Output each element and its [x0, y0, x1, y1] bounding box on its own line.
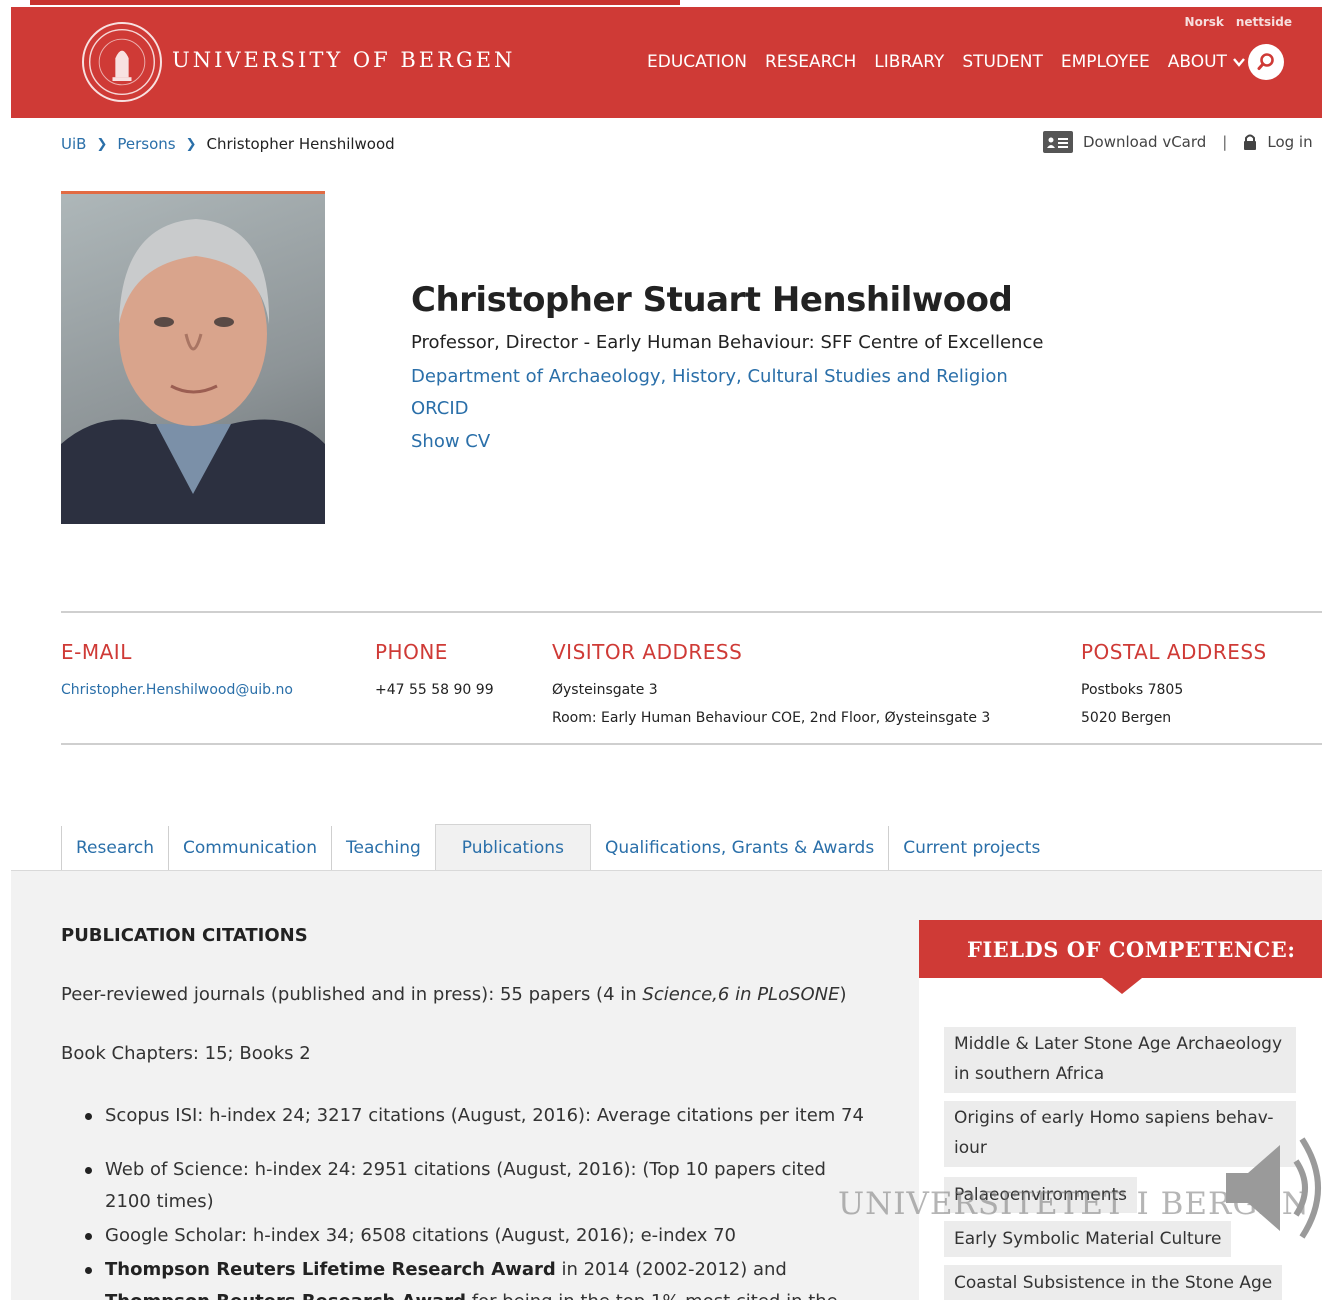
peer-reviewed-summary: Peer-reviewed journals (published and in… [61, 984, 847, 1005]
chevron-down-icon [1233, 58, 1245, 67]
breadcrumb-uib[interactable]: UiB [61, 135, 86, 153]
postal-address-heading: POSTAL ADDRESS [1081, 640, 1267, 664]
divider [61, 743, 1322, 745]
person-title: Professor, Director - Early Human Behavi… [411, 332, 1044, 353]
peer-reviewed-journals: Science,6 in PLoSONE [642, 984, 840, 1005]
download-vcard-link[interactable]: Download vCard [1083, 133, 1206, 151]
award-name-research: Thompson Reuters Research Award [105, 1291, 466, 1300]
nav-student[interactable]: STUDENT [962, 52, 1043, 72]
department-link[interactable]: Department of Archaeology, History, Cult… [411, 366, 1008, 387]
tab-qualifications[interactable]: Qualifications, Grants & Awards [591, 826, 888, 870]
profile-photo [61, 191, 325, 524]
main-nav: EDUCATION RESEARCH LIBRARY STUDENT EMPLO… [647, 52, 1245, 72]
email-heading: E-MAIL [61, 640, 132, 664]
slide-top-strip [0, 0, 1322, 7]
award-name-lifetime: Thompson Reuters Lifetime Research Award [105, 1259, 556, 1280]
tab-teaching[interactable]: Teaching [330, 826, 435, 870]
lang-link-nettside[interactable]: nettside [1236, 15, 1292, 29]
breadcrumb-persons[interactable]: Persons [117, 135, 175, 153]
nav-library[interactable]: LIBRARY [874, 52, 944, 72]
search-icon [1257, 53, 1274, 70]
contact-phone: PHONE +47 55 58 90 99 [375, 640, 494, 704]
contact-visitor-address: VISITOR ADDRESS Øysteinsgate 3 Room: Ear… [552, 640, 990, 732]
citation-item-web-of-science: Web of Science: h-index 24: 2951 citatio… [85, 1154, 875, 1218]
contact-postal-address: POSTAL ADDRESS Postboks 7805 5020 Bergen [1081, 640, 1267, 732]
show-cv-link[interactable]: Show CV [411, 431, 490, 452]
award-text: in 2014 (2002-2012) and [555, 1259, 787, 1280]
utility-links: Download vCard | Log in [1043, 131, 1313, 153]
tab-current-projects[interactable]: Current projects [888, 826, 1054, 870]
publication-citations-heading: PUBLICATION CITATIONS [61, 925, 308, 946]
nav-about-label[interactable]: ABOUT [1168, 52, 1227, 72]
book-chapters-summary: Book Chapters: 15; Books 2 [61, 1043, 311, 1064]
person-name: Christopher Stuart Henshilwood [411, 280, 1013, 320]
postal-address-line1: Postboks 7805 [1081, 682, 1184, 698]
competence-heading: FIELDS OF COMPETENCE: [919, 920, 1322, 978]
peer-reviewed-text: Peer-reviewed journals (published and in… [61, 984, 643, 1005]
visitor-address-line2: Room: Early Human Behaviour COE, 2nd Flo… [552, 710, 991, 726]
speaker-icon[interactable] [1222, 1133, 1322, 1243]
tab-research[interactable]: Research [61, 826, 168, 870]
chevron-right-icon: ❯ [96, 136, 108, 152]
postal-address-line2: 5020 Bergen [1081, 710, 1172, 726]
nav-research[interactable]: RESEARCH [765, 52, 856, 72]
competence-heading-arrow [1102, 978, 1142, 994]
site-header: UNIVERSITY OF BERGEN Norsk nettside EDUC… [11, 7, 1322, 118]
competence-item[interactable]: Middle & Later Stone Age Archaeology in … [944, 1027, 1296, 1093]
breadcrumb-current: Christopher Henshilwood [206, 135, 395, 153]
nav-education[interactable]: EDUCATION [647, 52, 747, 72]
citation-item-awards: Thompson Reuters Lifetime Research Award… [85, 1254, 875, 1300]
email-link[interactable]: Christopher.Henshilwood@uib.no [61, 676, 293, 704]
divider [61, 611, 1322, 613]
tab-communication[interactable]: Communication [167, 826, 331, 870]
competence-item[interactable]: Coastal Subsistence in the Stone Age [944, 1265, 1283, 1300]
visitor-address-heading: VISITOR ADDRESS [552, 640, 743, 664]
tab-publications[interactable]: Publications [434, 824, 591, 870]
university-seal-logo[interactable] [82, 22, 162, 102]
login-link[interactable]: Log in [1267, 133, 1312, 151]
chevron-right-icon: ❯ [185, 136, 197, 152]
utility-divider: | [1222, 133, 1228, 151]
language-switch: Norsk nettside [1185, 15, 1292, 29]
vcard-icon[interactable] [1043, 131, 1073, 153]
visitor-address-line1: Øysteinsgate 3 [552, 682, 658, 698]
citation-list: Scopus ISI: h-index 24; 3217 citations (… [85, 1100, 875, 1300]
slide-title-remnant [30, 0, 680, 5]
citation-item-scopus: Scopus ISI: h-index 24; 3217 citations (… [85, 1100, 875, 1132]
profile-tabs: Research Communication Teaching Publicat… [61, 824, 1054, 870]
breadcrumb: UiB ❯ Persons ❯ Christopher Henshilwood [61, 135, 395, 153]
contact-email: E-MAIL Christopher.Henshilwood@uib.no [61, 640, 293, 704]
lang-link-norsk[interactable]: Norsk [1185, 15, 1224, 29]
orcid-link[interactable]: ORCID [411, 398, 469, 419]
nav-about[interactable]: ABOUT [1168, 52, 1245, 72]
competence-item[interactable]: Early Symbolic Material Culture [944, 1221, 1232, 1257]
phone-heading: PHONE [375, 640, 448, 664]
nav-employee[interactable]: EMPLOYEE [1061, 52, 1150, 72]
lock-icon [1244, 134, 1257, 150]
phone-number: +47 55 58 90 99 [375, 682, 494, 698]
citation-item-google-scholar: Google Scholar: h-index 34; 6508 citatio… [85, 1220, 875, 1252]
search-button[interactable] [1248, 44, 1284, 80]
university-name[interactable]: UNIVERSITY OF BERGEN [172, 48, 515, 72]
peer-reviewed-close: ) [839, 984, 847, 1005]
